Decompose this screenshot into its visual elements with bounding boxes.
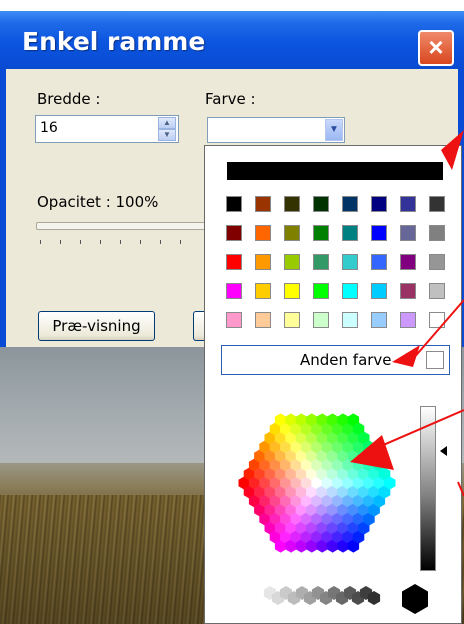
arrow-black: [441, 130, 464, 170]
arrow-wheel: [350, 435, 394, 470]
arrow-line-3: [457, 481, 464, 497]
arrow-other-color: [392, 345, 420, 367]
arrow-line-1: [411, 299, 464, 361]
annotation-arrows: [350, 130, 464, 497]
